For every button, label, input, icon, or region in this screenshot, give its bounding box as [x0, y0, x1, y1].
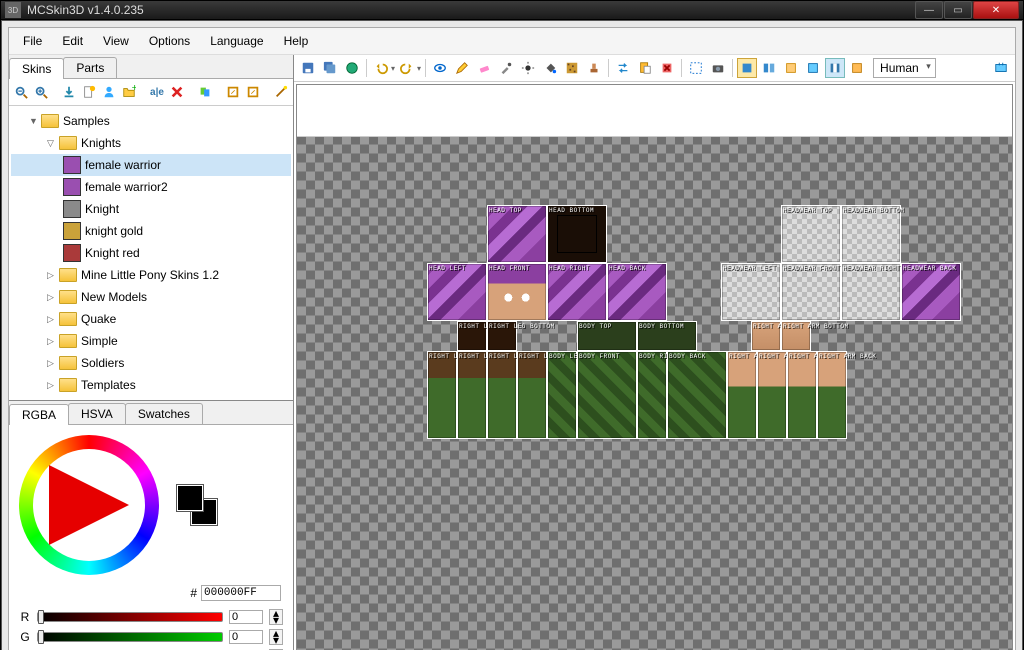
- eraser-icon[interactable]: [474, 58, 494, 78]
- tree-skin-female-warrior[interactable]: female warrior: [11, 154, 291, 176]
- tab-parts[interactable]: Parts: [63, 57, 117, 78]
- tree-folder-samples[interactable]: ▼Samples: [11, 110, 291, 132]
- new-folder-icon[interactable]: +: [121, 83, 137, 101]
- tree-folder[interactable]: ▷Simple: [11, 330, 291, 352]
- zoom-in-icon[interactable]: [33, 83, 49, 101]
- g-value[interactable]: [229, 630, 263, 644]
- g-stepper[interactable]: ▴▾: [269, 629, 283, 645]
- menu-view[interactable]: View: [93, 30, 139, 52]
- undo-icon[interactable]: [371, 58, 391, 78]
- color-panel: RGBA HSVA Swatches #: [9, 400, 293, 650]
- tree-folder[interactable]: ▷Quake: [11, 308, 291, 330]
- clone-icon[interactable]: [197, 83, 213, 101]
- view-3d-icon[interactable]: [737, 58, 757, 78]
- clear-icon[interactable]: [657, 58, 677, 78]
- user-icon[interactable]: [101, 83, 117, 101]
- menu-help[interactable]: Help: [274, 30, 319, 52]
- eye-icon[interactable]: [430, 58, 450, 78]
- left-tabs: Skins Parts: [9, 55, 293, 79]
- tree-folder[interactable]: ▷Soldiers: [11, 352, 291, 374]
- hex-label: #: [190, 586, 197, 600]
- new-skin-icon[interactable]: [81, 83, 97, 101]
- toggle-4-icon[interactable]: [847, 58, 867, 78]
- redo-icon[interactable]: [397, 58, 417, 78]
- color-wheel[interactable]: [19, 435, 159, 575]
- toggle-1-icon[interactable]: [781, 58, 801, 78]
- app-icon: 3D: [5, 2, 21, 18]
- toggle-2-icon[interactable]: [803, 58, 823, 78]
- tree-folder[interactable]: ▷Mine Little Pony Skins 1.2: [11, 264, 291, 286]
- pencil-icon[interactable]: [452, 58, 472, 78]
- grid-select-icon[interactable]: [686, 58, 706, 78]
- fg-bg-swatch[interactable]: [177, 485, 217, 525]
- g-slider[interactable]: [37, 632, 223, 642]
- menu-file[interactable]: File: [13, 30, 52, 52]
- brightness-icon[interactable]: [518, 58, 538, 78]
- delete-icon[interactable]: [169, 83, 185, 101]
- svg-text:+: +: [132, 85, 136, 94]
- rename-icon[interactable]: a|e: [149, 83, 165, 101]
- model-select[interactable]: Human: [873, 58, 936, 78]
- titlebar: 3D MCSkin3D v1.4.0.235 — ▭ ✕: [1, 1, 1023, 20]
- tree-skin-female-warrior2[interactable]: female warrior2: [11, 176, 291, 198]
- r-value[interactable]: [229, 610, 263, 624]
- upload-icon[interactable]: [342, 58, 362, 78]
- g-label: G: [19, 630, 31, 644]
- menubar: File Edit View Options Language Help: [9, 28, 1015, 55]
- resize-down-icon[interactable]: [245, 83, 261, 101]
- main-toolbar: ▾ ▾: [294, 55, 1015, 82]
- tab-skins[interactable]: Skins: [9, 58, 64, 79]
- toggle-3-icon[interactable]: [825, 58, 845, 78]
- r-stepper[interactable]: ▴▾: [269, 609, 283, 625]
- paste-icon[interactable]: [635, 58, 655, 78]
- tab-hsva[interactable]: HSVA: [68, 403, 126, 424]
- camera-icon[interactable]: [708, 58, 728, 78]
- menu-language[interactable]: Language: [200, 30, 273, 52]
- tree-skin-knight-red[interactable]: Knight red: [11, 242, 291, 264]
- menu-options[interactable]: Options: [139, 30, 200, 52]
- tab-rgba[interactable]: RGBA: [9, 404, 69, 425]
- window-title: MCSkin3D v1.4.0.235: [27, 3, 915, 17]
- maximize-button[interactable]: ▭: [944, 1, 972, 19]
- menu-edit[interactable]: Edit: [52, 30, 93, 52]
- fg-color[interactable]: [177, 485, 203, 511]
- zoom-out-icon[interactable]: [13, 83, 29, 101]
- import-icon[interactable]: [61, 83, 77, 101]
- r-slider[interactable]: [37, 612, 223, 622]
- tab-swatches[interactable]: Swatches: [125, 403, 203, 424]
- minimize-button[interactable]: —: [915, 1, 943, 19]
- canvas[interactable]: HEAD TOP HEAD BOTTOM HEADWEAR TOP HEADWE…: [296, 84, 1013, 650]
- eyedropper-icon[interactable]: [496, 58, 516, 78]
- tree-skin-knight[interactable]: Knight: [11, 198, 291, 220]
- right-pane: ▾ ▾: [294, 55, 1015, 650]
- left-pane: Skins Parts + a|e: [9, 55, 294, 650]
- skin-toolbar: + a|e: [9, 79, 293, 106]
- bucket-icon[interactable]: [540, 58, 560, 78]
- tree-folder-knights[interactable]: ▽Knights: [11, 132, 291, 154]
- tree-folder[interactable]: ▷Templates: [11, 374, 291, 396]
- stamp-icon[interactable]: [584, 58, 604, 78]
- r-label: R: [19, 610, 31, 624]
- hex-input[interactable]: [201, 585, 281, 601]
- tree-skin-knight-gold[interactable]: knight gold: [11, 220, 291, 242]
- save-icon[interactable]: [298, 58, 318, 78]
- wand-icon[interactable]: [273, 83, 289, 101]
- tree-folder[interactable]: ▷New Models: [11, 286, 291, 308]
- noise-icon[interactable]: [562, 58, 582, 78]
- close-button[interactable]: ✕: [973, 1, 1019, 19]
- resize-up-icon[interactable]: [225, 83, 241, 101]
- swap-icon[interactable]: [613, 58, 633, 78]
- view-split-icon[interactable]: [759, 58, 779, 78]
- save-all-icon[interactable]: [320, 58, 340, 78]
- skin-tree[interactable]: ▼Samples ▽Knights female warrior female …: [9, 106, 293, 400]
- reset-view-icon[interactable]: [991, 58, 1011, 78]
